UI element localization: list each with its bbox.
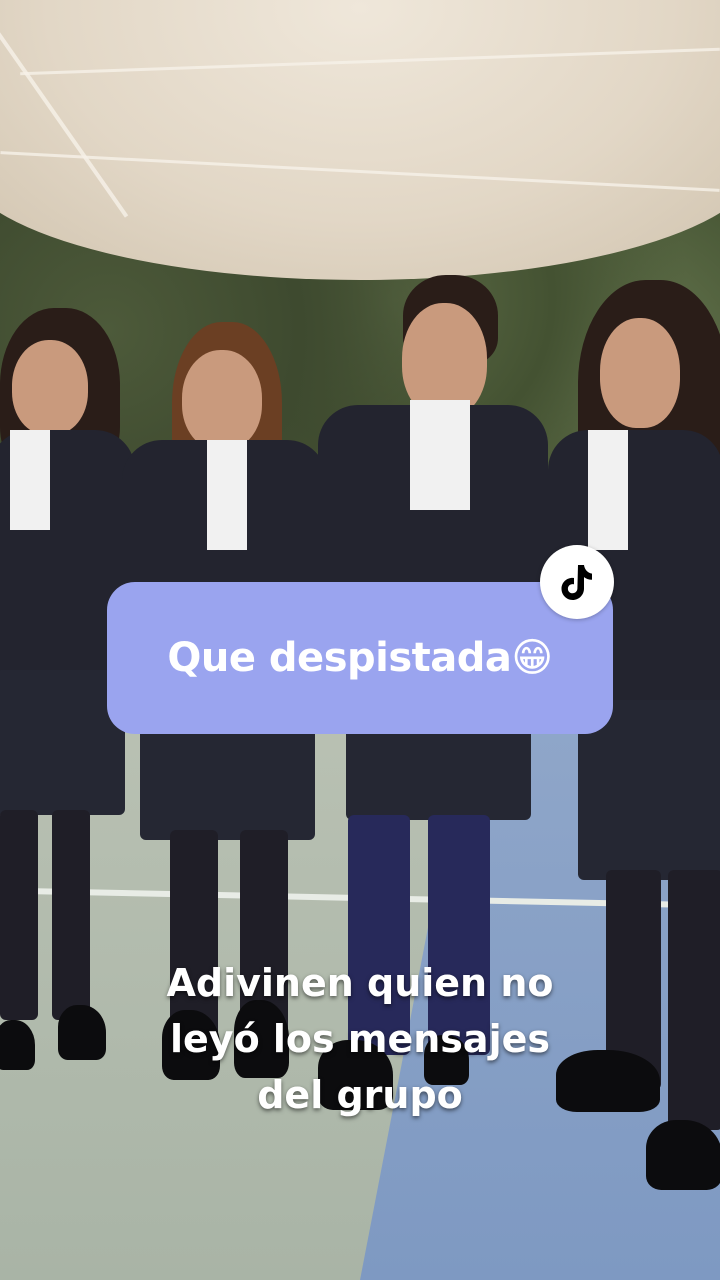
tiktok-logo-icon [561,565,592,600]
question-sticker[interactable]: Que despistada😁 [107,582,613,734]
video-caption: Adivinen quien no leyó los mensajes del … [110,955,610,1123]
video-frame[interactable]: Que despistada😁 Adivinen quien no leyó l… [0,0,720,1280]
caption-line-1: Adivinen quien no [166,961,554,1005]
caption-line-3: del grupo [257,1073,463,1117]
caption-line-2: leyó los mensajes [170,1017,550,1061]
question-text: Que despistada😁 [167,635,553,681]
canopy-roof [0,0,720,280]
tiktok-badge[interactable] [540,545,614,619]
grin-emoji: 😁 [511,635,553,681]
